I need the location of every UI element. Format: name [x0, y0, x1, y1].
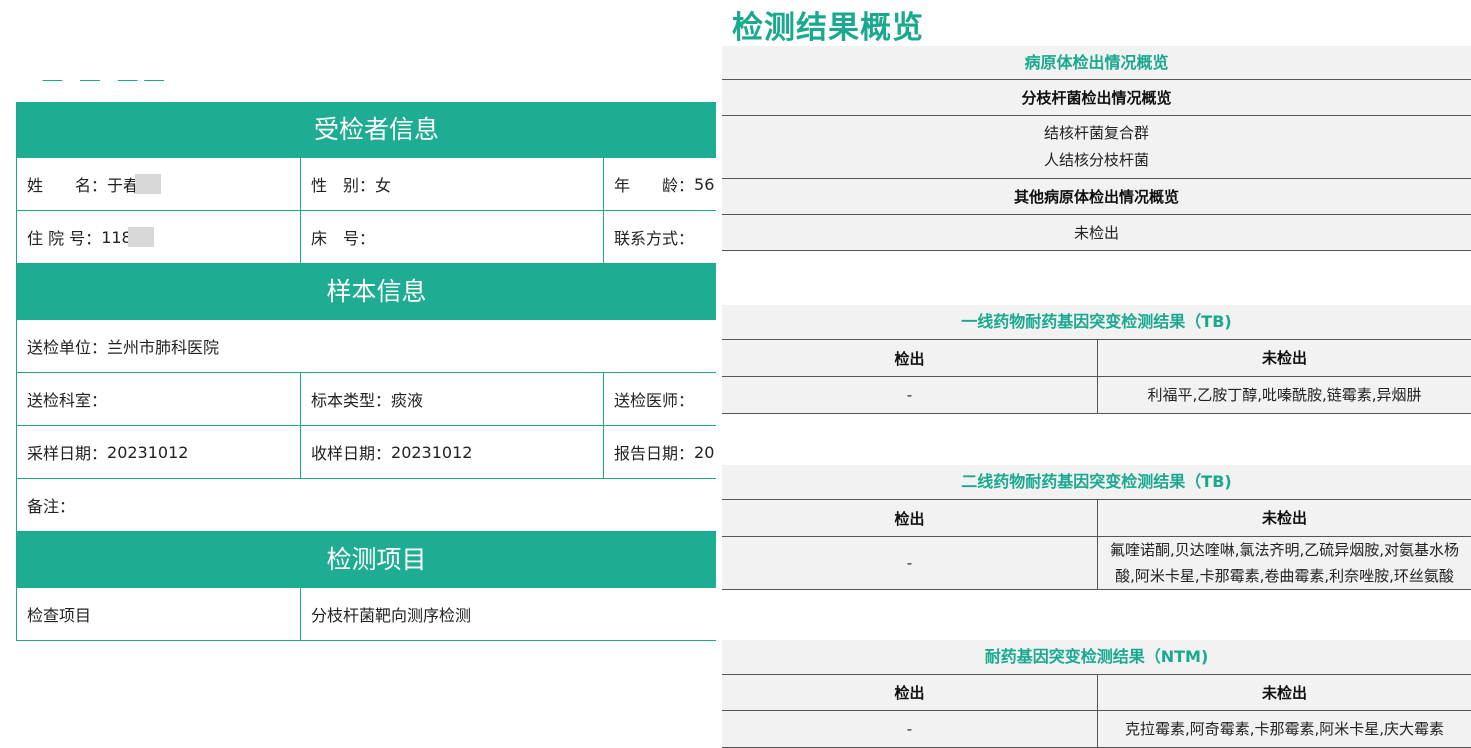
note-label: 备注： [27, 497, 76, 516]
receive-date-value: 20231012 [391, 442, 473, 462]
receive-date-label: 收样日期： [311, 444, 392, 463]
not-detected-value: 氟喹诺酮,贝达喹啉,氯法齐明,乙硫异烟胺,对氨基水杨酸,阿米卡星,卡那霉素,卷曲… [1109, 541, 1460, 585]
second-line-table: 二线药物耐药基因突变检测结果（TB) 检出 未检出 - 氟喹诺酮,贝达喹啉,氯法… [722, 465, 1471, 590]
other-value: 未检出 [722, 215, 1471, 251]
patient-info-panel: ▬ ▬ ▬▬ ▬▬ 受检者信息 姓 名： 于春 性 别： 女 年 龄： 56 住… [0, 0, 716, 748]
table-row: - 克拉霉素,阿奇霉素,卡那霉素,阿米卡星,庆大霉素 [722, 711, 1471, 748]
pathogen-overview: 病原体检出情况概览 分枝杆菌检出情况概览 结核杆菌复合群 人结核分枝杆菌 其他病… [722, 46, 1471, 251]
report-date-label: 报告日期： [614, 444, 695, 463]
table-row: 送检科室： 标本类型： 痰液 送检医师： [17, 373, 716, 426]
report-date-cell: 报告日期： 20 [604, 426, 716, 478]
ntm-title: 耐药基因突变检测结果（NTM) [722, 640, 1471, 674]
type-cell: 标本类型： 痰液 [301, 373, 604, 425]
age-value: 56 [694, 174, 715, 194]
detected-value: - [722, 711, 1098, 747]
results-panel: 检测结果概览 病原体检出情况概览 分枝杆菌检出情况概览 结核杆菌复合群 人结核分… [722, 0, 1471, 748]
table-row: 检查项目 分枝杆菌靶向测序检测 [17, 588, 716, 641]
info-table: 受检者信息 姓 名： 于春 性 别： 女 年 龄： 56 住 院 号： 118 [16, 102, 716, 641]
doctor-cell: 送检医师： [604, 373, 716, 425]
list-item: 结核杆菌复合群 [1043, 124, 1149, 142]
myco-header: 分枝杆菌检出情况概览 [722, 80, 1471, 116]
col-not-detected: 未检出 [1261, 683, 1307, 702]
page-title: 检测结果概览 [732, 10, 924, 46]
note-cell: 备注： [17, 479, 716, 531]
unit-label: 送检单位： [27, 338, 108, 357]
sample-date-value: 20231012 [107, 442, 189, 462]
item-label-cell: 检查项目 [17, 588, 301, 640]
report-date-value: 20 [694, 442, 715, 462]
section-title-patient: 受检者信息 [17, 102, 716, 158]
col-detected: 检出 [722, 340, 1098, 376]
section-title-test: 检测项目 [17, 532, 716, 588]
redaction-mask [127, 227, 154, 247]
table-row: - 氟喹诺酮,贝达喹啉,氯法齐明,乙硫异烟胺,对氨基水杨酸,阿米卡星,卡那霉素,… [722, 537, 1471, 590]
col-detected: 检出 [722, 500, 1098, 536]
type-label: 标本类型： [311, 391, 392, 410]
table-row: 采样日期： 20231012 收样日期： 20231012 报告日期： 20 [17, 426, 716, 479]
other-header: 其他病原体检出情况概览 [722, 179, 1471, 215]
item-label: 检查项目 [27, 606, 92, 625]
bed-cell: 床 号： [301, 211, 604, 263]
age-label: 年 龄： [614, 176, 695, 195]
sample-date-label: 采样日期： [27, 444, 108, 463]
pathogen-header: 病原体检出情况概览 [722, 46, 1471, 80]
bed-label: 床 号： [311, 229, 376, 248]
table-row: 住 院 号： 118 床 号： 联系方式： [17, 211, 716, 264]
gender-label: 性 别： [311, 176, 376, 195]
first-line-title: 一线药物耐药基因突变检测结果（TB) [722, 305, 1471, 339]
hosp-label: 住 院 号： [27, 229, 102, 248]
unit-value: 兰州市肺科医院 [107, 338, 220, 357]
section-title-sample: 样本信息 [17, 264, 716, 320]
second-line-title: 二线药物耐药基因突变检测结果（TB) [722, 465, 1471, 499]
type-value: 痰液 [391, 391, 424, 410]
receive-date-cell: 收样日期： 20231012 [301, 426, 604, 478]
first-line-table: 一线药物耐药基因突变检测结果（TB) 检出 未检出 - 利福平,乙胺丁醇,吡嗪酰… [722, 305, 1471, 414]
not-detected-value: 利福平,乙胺丁醇,吡嗪酰胺,链霉素,异烟肼 [1147, 386, 1422, 404]
cropped-heading: ▬ ▬ ▬▬ ▬▬ [40, 80, 190, 92]
contact-label: 联系方式： [614, 229, 695, 248]
col-not-detected: 未检出 [1261, 509, 1307, 527]
detected-value: - [722, 537, 1098, 589]
hosp-cell: 住 院 号： 118 [17, 211, 301, 263]
col-detected: 检出 [722, 675, 1098, 710]
item-value-cell: 分枝杆菌靶向测序检测 [301, 588, 716, 640]
name-label: 姓 名： [27, 176, 108, 195]
item-value: 分枝杆菌靶向测序检测 [311, 606, 472, 625]
contact-cell: 联系方式： [604, 211, 716, 263]
table-row: 备注： [17, 479, 716, 532]
col-not-detected: 未检出 [1261, 349, 1307, 367]
name-cell: 姓 名： 于春 [17, 158, 301, 210]
age-cell: 年 龄： 56 [604, 158, 716, 210]
table-row: 送检单位： 兰州市肺科医院 [17, 320, 716, 373]
sample-date-cell: 采样日期： 20231012 [17, 426, 301, 478]
table-header-row: 检出 未检出 [722, 674, 1471, 711]
list-item: 人结核分枝杆菌 [1043, 151, 1149, 169]
ntm-table: 耐药基因突变检测结果（NTM) 检出 未检出 - 克拉霉素,阿奇霉素,卡那霉素,… [722, 640, 1471, 748]
table-header-row: 检出 未检出 [722, 499, 1471, 537]
detected-value: - [722, 377, 1098, 413]
table-row: - 利福平,乙胺丁醇,吡嗪酰胺,链霉素,异烟肼 [722, 377, 1471, 414]
redaction-mask [135, 174, 162, 194]
not-detected-value: 克拉霉素,阿奇霉素,卡那霉素,阿米卡星,庆大霉素 [1124, 720, 1445, 738]
doctor-label: 送检医师： [614, 391, 695, 410]
gender-cell: 性 别： 女 [301, 158, 604, 210]
table-header-row: 检出 未检出 [722, 339, 1471, 377]
dept-cell: 送检科室： [17, 373, 301, 425]
myco-list: 结核杆菌复合群 人结核分枝杆菌 [722, 116, 1471, 179]
gender-value: 女 [375, 176, 392, 195]
unit-cell: 送检单位： 兰州市肺科医院 [17, 320, 716, 372]
dept-label: 送检科室： [27, 391, 108, 410]
table-row: 姓 名： 于春 性 别： 女 年 龄： 56 [17, 158, 716, 211]
